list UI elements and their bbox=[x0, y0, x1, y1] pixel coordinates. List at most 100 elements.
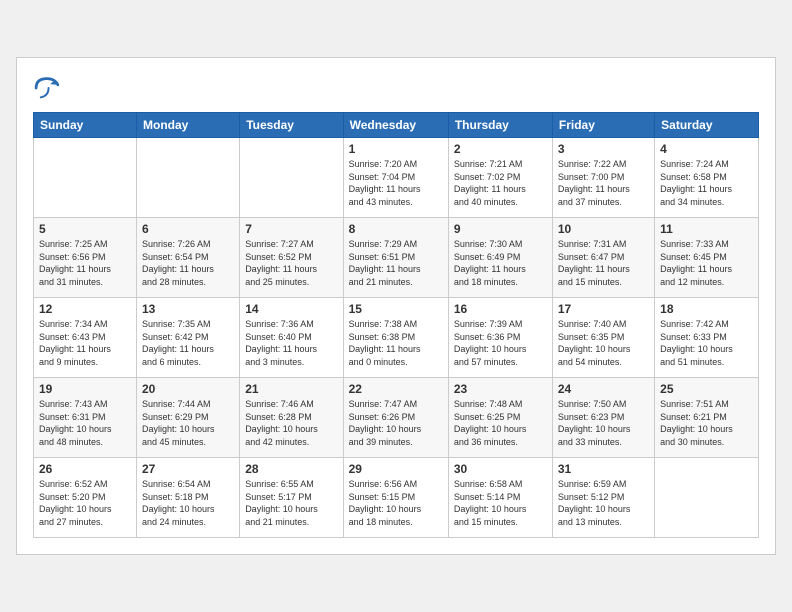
calendar-cell: 30 Sunrise: 6:58 AM Sunset: 5:14 PM Dayli… bbox=[448, 458, 552, 538]
calendar-cell: 7 Sunrise: 7:27 AM Sunset: 6:52 PM Daylig… bbox=[240, 218, 343, 298]
logo-icon bbox=[33, 74, 61, 102]
day-info: Sunrise: 7:50 AM Sunset: 6:23 PM Dayligh… bbox=[558, 398, 649, 448]
day-info: Sunrise: 7:27 AM Sunset: 6:52 PM Dayligh… bbox=[245, 238, 337, 288]
day-info: Sunrise: 7:26 AM Sunset: 6:54 PM Dayligh… bbox=[142, 238, 234, 288]
weekday-header-wednesday: Wednesday bbox=[343, 113, 448, 138]
day-number: 8 bbox=[349, 222, 443, 236]
day-number: 4 bbox=[660, 142, 753, 156]
day-info: Sunrise: 7:42 AM Sunset: 6:33 PM Dayligh… bbox=[660, 318, 753, 368]
day-number: 12 bbox=[39, 302, 131, 316]
day-number: 30 bbox=[454, 462, 547, 476]
day-number: 24 bbox=[558, 382, 649, 396]
weekday-header-thursday: Thursday bbox=[448, 113, 552, 138]
day-number: 18 bbox=[660, 302, 753, 316]
calendar-cell: 15 Sunrise: 7:38 AM Sunset: 6:38 PM Dayli… bbox=[343, 298, 448, 378]
day-info: Sunrise: 7:22 AM Sunset: 7:00 PM Dayligh… bbox=[558, 158, 649, 208]
day-number: 3 bbox=[558, 142, 649, 156]
day-number: 14 bbox=[245, 302, 337, 316]
logo bbox=[33, 74, 65, 102]
weekday-header-monday: Monday bbox=[137, 113, 240, 138]
calendar-cell: 19 Sunrise: 7:43 AM Sunset: 6:31 PM Dayli… bbox=[34, 378, 137, 458]
calendar-cell: 12 Sunrise: 7:34 AM Sunset: 6:43 PM Dayli… bbox=[34, 298, 137, 378]
calendar-cell: 22 Sunrise: 7:47 AM Sunset: 6:26 PM Dayli… bbox=[343, 378, 448, 458]
day-info: Sunrise: 7:47 AM Sunset: 6:26 PM Dayligh… bbox=[349, 398, 443, 448]
calendar-cell: 10 Sunrise: 7:31 AM Sunset: 6:47 PM Dayli… bbox=[552, 218, 654, 298]
calendar-cell: 9Sunrise: 7:30 AM Sunset: 6:49 PM Daylig… bbox=[448, 218, 552, 298]
day-number: 9 bbox=[454, 222, 547, 236]
calendar-body: 1 Sunrise: 7:20 AM Sunset: 7:04 PM Daylig… bbox=[34, 138, 759, 538]
day-info: Sunrise: 6:54 AM Sunset: 5:18 PM Dayligh… bbox=[142, 478, 234, 528]
calendar-cell: 6 Sunrise: 7:26 AM Sunset: 6:54 PM Daylig… bbox=[137, 218, 240, 298]
day-info: Sunrise: 7:29 AM Sunset: 6:51 PM Dayligh… bbox=[349, 238, 443, 288]
week-row-1: 1 Sunrise: 7:20 AM Sunset: 7:04 PM Daylig… bbox=[34, 138, 759, 218]
calendar-container: SundayMondayTuesdayWednesdayThursdayFrid… bbox=[16, 57, 776, 555]
day-number: 26 bbox=[39, 462, 131, 476]
day-number: 22 bbox=[349, 382, 443, 396]
calendar-cell: 16Sunrise: 7:39 AM Sunset: 6:36 PM Dayli… bbox=[448, 298, 552, 378]
day-info: Sunrise: 7:34 AM Sunset: 6:43 PM Dayligh… bbox=[39, 318, 131, 368]
calendar-cell: 27 Sunrise: 6:54 AM Sunset: 5:18 PM Dayli… bbox=[137, 458, 240, 538]
day-info: Sunrise: 6:56 AM Sunset: 5:15 PM Dayligh… bbox=[349, 478, 443, 528]
calendar-cell: 1 Sunrise: 7:20 AM Sunset: 7:04 PM Daylig… bbox=[343, 138, 448, 218]
calendar-cell: 31 Sunrise: 6:59 AM Sunset: 5:12 PM Dayli… bbox=[552, 458, 654, 538]
day-number: 11 bbox=[660, 222, 753, 236]
day-info: Sunrise: 7:20 AM Sunset: 7:04 PM Dayligh… bbox=[349, 158, 443, 208]
calendar-cell: 13Sunrise: 7:35 AM Sunset: 6:42 PM Dayli… bbox=[137, 298, 240, 378]
day-number: 28 bbox=[245, 462, 337, 476]
day-number: 6 bbox=[142, 222, 234, 236]
weekday-header-tuesday: Tuesday bbox=[240, 113, 343, 138]
calendar-cell bbox=[34, 138, 137, 218]
day-info: Sunrise: 7:35 AM Sunset: 6:42 PM Dayligh… bbox=[142, 318, 234, 368]
weekday-header-row: SundayMondayTuesdayWednesdayThursdayFrid… bbox=[34, 113, 759, 138]
day-info: Sunrise: 7:33 AM Sunset: 6:45 PM Dayligh… bbox=[660, 238, 753, 288]
weekday-header-sunday: Sunday bbox=[34, 113, 137, 138]
calendar-cell: 17Sunrise: 7:40 AM Sunset: 6:35 PM Dayli… bbox=[552, 298, 654, 378]
calendar-cell: 26Sunrise: 6:52 AM Sunset: 5:20 PM Dayli… bbox=[34, 458, 137, 538]
day-number: 31 bbox=[558, 462, 649, 476]
calendar-cell bbox=[240, 138, 343, 218]
calendar-cell: 28 Sunrise: 6:55 AM Sunset: 5:17 PM Dayli… bbox=[240, 458, 343, 538]
calendar-cell: 3 Sunrise: 7:22 AM Sunset: 7:00 PM Daylig… bbox=[552, 138, 654, 218]
day-info: Sunrise: 7:51 AM Sunset: 6:21 PM Dayligh… bbox=[660, 398, 753, 448]
day-info: Sunrise: 7:43 AM Sunset: 6:31 PM Dayligh… bbox=[39, 398, 131, 448]
day-info: Sunrise: 7:24 AM Sunset: 6:58 PM Dayligh… bbox=[660, 158, 753, 208]
day-number: 15 bbox=[349, 302, 443, 316]
week-row-5: 26Sunrise: 6:52 AM Sunset: 5:20 PM Dayli… bbox=[34, 458, 759, 538]
calendar-cell: 24 Sunrise: 7:50 AM Sunset: 6:23 PM Dayli… bbox=[552, 378, 654, 458]
day-number: 19 bbox=[39, 382, 131, 396]
day-info: Sunrise: 7:44 AM Sunset: 6:29 PM Dayligh… bbox=[142, 398, 234, 448]
header-area bbox=[33, 74, 759, 102]
day-info: Sunrise: 6:58 AM Sunset: 5:14 PM Dayligh… bbox=[454, 478, 547, 528]
weekday-header-saturday: Saturday bbox=[655, 113, 759, 138]
day-number: 20 bbox=[142, 382, 234, 396]
day-info: Sunrise: 6:59 AM Sunset: 5:12 PM Dayligh… bbox=[558, 478, 649, 528]
day-info: Sunrise: 7:21 AM Sunset: 7:02 PM Dayligh… bbox=[454, 158, 547, 208]
calendar-cell bbox=[137, 138, 240, 218]
calendar-grid: SundayMondayTuesdayWednesdayThursdayFrid… bbox=[33, 112, 759, 538]
calendar-cell bbox=[655, 458, 759, 538]
day-info: Sunrise: 6:55 AM Sunset: 5:17 PM Dayligh… bbox=[245, 478, 337, 528]
weekday-header-friday: Friday bbox=[552, 113, 654, 138]
day-number: 16 bbox=[454, 302, 547, 316]
calendar-cell: 21 Sunrise: 7:46 AM Sunset: 6:28 PM Dayli… bbox=[240, 378, 343, 458]
day-number: 25 bbox=[660, 382, 753, 396]
calendar-cell: 2 Sunrise: 7:21 AM Sunset: 7:02 PM Daylig… bbox=[448, 138, 552, 218]
day-info: Sunrise: 7:38 AM Sunset: 6:38 PM Dayligh… bbox=[349, 318, 443, 368]
day-number: 2 bbox=[454, 142, 547, 156]
day-number: 10 bbox=[558, 222, 649, 236]
day-number: 29 bbox=[349, 462, 443, 476]
day-info: Sunrise: 7:31 AM Sunset: 6:47 PM Dayligh… bbox=[558, 238, 649, 288]
day-number: 1 bbox=[349, 142, 443, 156]
day-number: 7 bbox=[245, 222, 337, 236]
day-number: 17 bbox=[558, 302, 649, 316]
calendar-cell: 25 Sunrise: 7:51 AM Sunset: 6:21 PM Dayli… bbox=[655, 378, 759, 458]
day-number: 27 bbox=[142, 462, 234, 476]
day-info: Sunrise: 7:36 AM Sunset: 6:40 PM Dayligh… bbox=[245, 318, 337, 368]
calendar-cell: 18 Sunrise: 7:42 AM Sunset: 6:33 PM Dayli… bbox=[655, 298, 759, 378]
week-row-4: 19 Sunrise: 7:43 AM Sunset: 6:31 PM Dayli… bbox=[34, 378, 759, 458]
calendar-cell: 20 Sunrise: 7:44 AM Sunset: 6:29 PM Dayli… bbox=[137, 378, 240, 458]
day-number: 21 bbox=[245, 382, 337, 396]
day-info: Sunrise: 7:25 AM Sunset: 6:56 PM Dayligh… bbox=[39, 238, 131, 288]
day-info: Sunrise: 7:48 AM Sunset: 6:25 PM Dayligh… bbox=[454, 398, 547, 448]
day-info: Sunrise: 7:46 AM Sunset: 6:28 PM Dayligh… bbox=[245, 398, 337, 448]
